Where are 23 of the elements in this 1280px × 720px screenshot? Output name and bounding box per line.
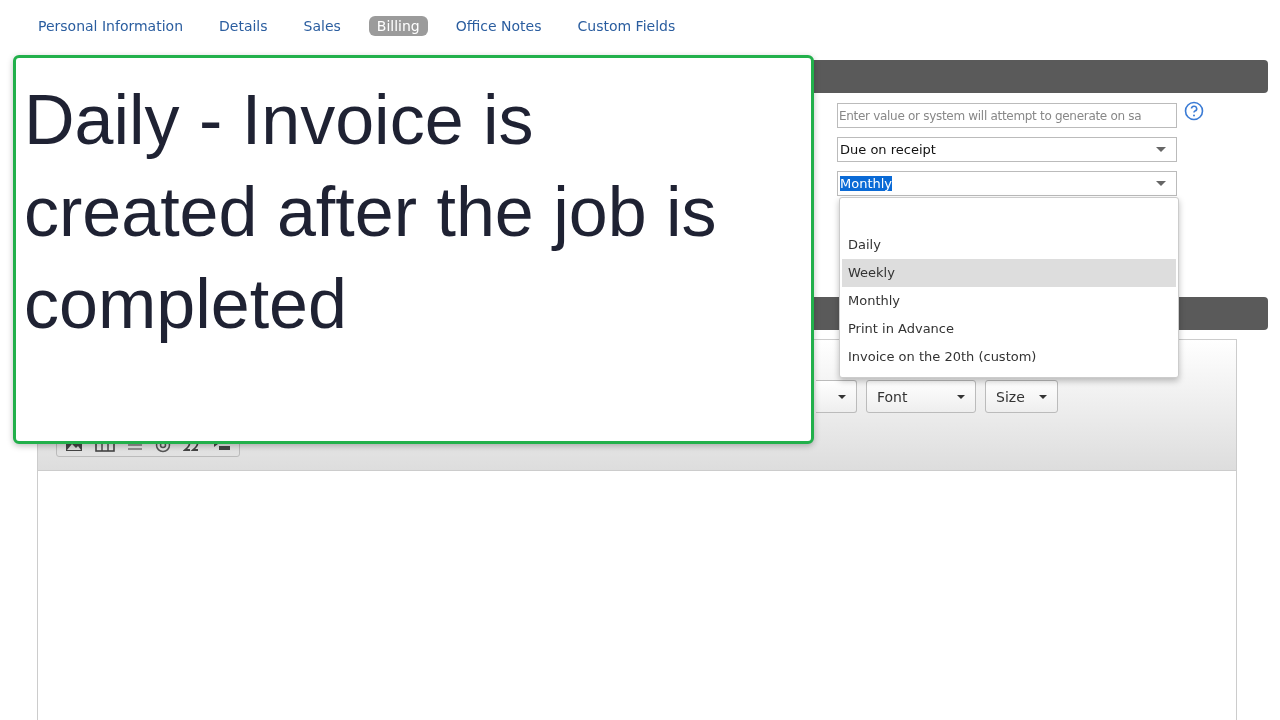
caret-icon	[1156, 147, 1166, 152]
caret-icon	[1156, 181, 1166, 186]
toolbar-dropdown[interactable]: Font	[866, 380, 976, 413]
tab[interactable]: Custom Fields	[569, 16, 684, 36]
dropdown-option[interactable]: Monthly	[842, 287, 1176, 315]
caret-icon	[957, 394, 965, 399]
select-field[interactable]: Due on receipt	[837, 137, 1177, 162]
callout-text: Daily - Invoice is created after the job is completed	[24, 80, 718, 345]
format-dropdown[interactable]	[816, 380, 857, 413]
caret-icon	[1039, 394, 1047, 399]
dropdown-option[interactable]: Invoice on the 20th (custom)	[842, 343, 1176, 371]
dropdown-option[interactable]: Print in Advance	[842, 315, 1176, 343]
select-field[interactable]: Monthly	[837, 171, 1177, 196]
input-field[interactable]: Enter value or system will attempt to generate on sa	[837, 103, 1177, 128]
caret-icon	[838, 394, 846, 399]
tab[interactable]: Personal Information	[30, 16, 191, 36]
tab[interactable]: Sales	[295, 16, 349, 36]
tab[interactable]: Details	[211, 16, 276, 36]
toolbar-dropdown[interactable]: Size	[985, 380, 1058, 413]
help-icon[interactable]	[1184, 101, 1204, 121]
dropdown-option[interactable]: Daily	[842, 231, 1176, 259]
dropdown-option[interactable]: Weekly	[842, 259, 1176, 287]
tab[interactable]: Office Notes	[447, 16, 550, 36]
